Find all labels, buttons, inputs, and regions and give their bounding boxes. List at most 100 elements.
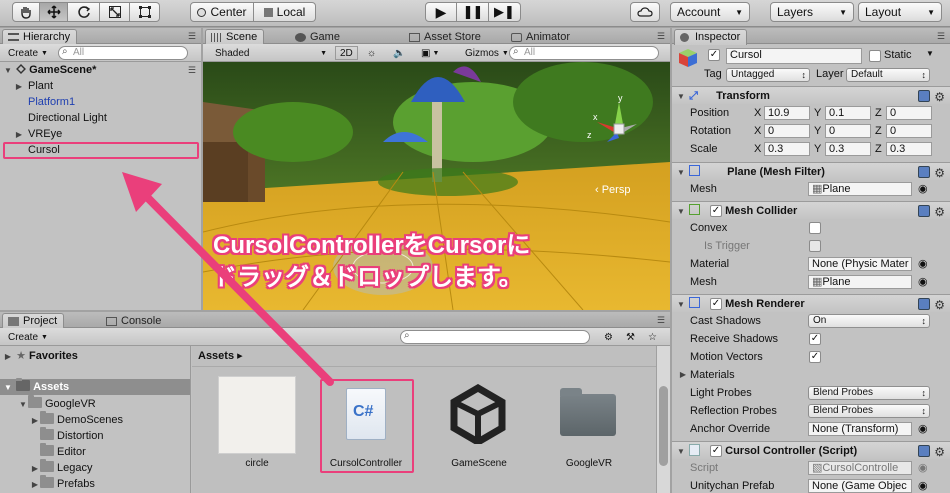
- cursol-controller-header[interactable]: ▼ ✓ Cursol Controller (Script) ⚙: [672, 441, 950, 459]
- filter-label-button[interactable]: ⚒: [622, 330, 639, 344]
- effects-dropdown[interactable]: ▣ ▼: [417, 46, 443, 60]
- gizmos-dropdown[interactable]: Gizmos ▼: [461, 46, 513, 60]
- expand-triangle-icon[interactable]: ▶: [14, 127, 24, 143]
- scale-z-input[interactable]: 0.3: [886, 142, 932, 156]
- expand-triangle-icon[interactable]: ▶: [3, 349, 13, 365]
- project-scrollbar[interactable]: [656, 346, 670, 493]
- scene-menu-icon[interactable]: ☰: [188, 62, 196, 78]
- scrollbar-thumb[interactable]: [659, 386, 668, 466]
- help-book-icon[interactable]: [918, 445, 930, 457]
- is-trigger-checkbox[interactable]: [809, 240, 821, 252]
- object-name-input[interactable]: Cursol: [726, 48, 862, 64]
- shading-dropdown[interactable]: Shaded ▼: [211, 46, 331, 60]
- collider-mesh-field[interactable]: ▦Plane: [808, 275, 912, 289]
- rotation-x-input[interactable]: 0: [764, 124, 810, 138]
- scale-x-input[interactable]: 0.3: [764, 142, 810, 156]
- project-folder-row[interactable]: ▼ GoogleVR: [0, 395, 190, 413]
- scene-orientation-gizmo[interactable]: x y z: [587, 94, 647, 164]
- 2d-toggle-button[interactable]: 2D: [335, 46, 358, 60]
- cast-shadows-dropdown[interactable]: On: [808, 314, 930, 328]
- receive-shadows-checkbox[interactable]: ✓: [809, 333, 821, 345]
- project-create-button[interactable]: Create ▼: [4, 330, 52, 344]
- hierarchy-item[interactable]: ▶ VREye: [0, 126, 201, 142]
- layers-dropdown[interactable]: Layers ▼: [770, 2, 854, 22]
- scene-root-row[interactable]: ▼ GameScene* ☰: [0, 62, 201, 78]
- layout-dropdown[interactable]: Layout ▼: [858, 2, 942, 22]
- pause-button[interactable]: ❚❚: [457, 2, 489, 22]
- mesh-filter-header[interactable]: ▼ Plane (Mesh Filter) ⚙: [672, 162, 950, 180]
- collider-material-field[interactable]: None (Physic Mater: [808, 257, 912, 271]
- space-local-button[interactable]: Local: [254, 2, 316, 22]
- project-folder-row[interactable]: ▶ DemoScenes: [0, 411, 190, 429]
- tab-console[interactable]: Console: [100, 313, 168, 329]
- position-z-input[interactable]: 0: [886, 106, 932, 120]
- expand-triangle-icon[interactable]: ▶: [14, 79, 24, 95]
- favorite-button[interactable]: ☆: [644, 330, 661, 344]
- tab-animator[interactable]: Animator: [505, 29, 577, 45]
- expand-triangle-icon[interactable]: ▼: [3, 380, 13, 396]
- expand-triangle-icon[interactable]: ▶: [30, 413, 40, 429]
- folder-icon[interactable]: [560, 388, 616, 436]
- expand-triangle-icon[interactable]: ▼: [18, 397, 28, 413]
- tab-inspector[interactable]: Inspector: [674, 29, 748, 45]
- rotation-z-input[interactable]: 0: [886, 124, 932, 138]
- position-x-input[interactable]: 10.9: [764, 106, 810, 120]
- hand-tool-button[interactable]: [12, 2, 40, 22]
- hierarchy-item[interactable]: Directional Light: [0, 110, 201, 126]
- object-picker-icon[interactable]: ◉: [918, 255, 928, 273]
- filter-type-button[interactable]: ⚙: [600, 330, 617, 344]
- tab-asset-store[interactable]: Asset Store: [403, 29, 488, 45]
- scene-viewport[interactable]: x y z ‹ Persp CursolControllerをCursorに ド…: [203, 62, 670, 310]
- lighting-toggle[interactable]: ☼: [363, 46, 380, 60]
- project-search-input[interactable]: [400, 330, 590, 344]
- rotation-y-input[interactable]: 0: [825, 124, 871, 138]
- scale-y-input[interactable]: 0.3: [825, 142, 871, 156]
- scale-tool-button[interactable]: [100, 2, 130, 22]
- chevron-down-icon[interactable]: ▼: [926, 49, 934, 58]
- anchor-override-field[interactable]: None (Transform): [808, 422, 912, 436]
- reflection-probes-dropdown[interactable]: Blend Probes: [808, 404, 930, 418]
- expand-triangle-icon[interactable]: ▼: [3, 63, 13, 79]
- cloud-button[interactable]: [630, 2, 660, 22]
- cursol-controller-enabled-checkbox[interactable]: ✓: [710, 445, 722, 457]
- materials-row[interactable]: ▶ Materials: [672, 366, 950, 384]
- tag-dropdown[interactable]: Untagged: [726, 68, 810, 82]
- mesh-collider-enabled-checkbox[interactable]: ✓: [710, 205, 722, 217]
- mesh-renderer-header[interactable]: ▼ ✓ Mesh Renderer ⚙: [672, 294, 950, 312]
- tab-project[interactable]: Project: [2, 313, 65, 329]
- active-checkbox[interactable]: ✓: [708, 49, 720, 61]
- tab-scene[interactable]: Scene: [205, 29, 265, 45]
- hierarchy-search-input[interactable]: All: [58, 46, 188, 60]
- panel-menu-icon[interactable]: ☰: [657, 31, 665, 42]
- tab-game[interactable]: Game: [289, 29, 347, 45]
- unitychan-prefab-field[interactable]: None (Game Objec: [808, 479, 912, 493]
- mesh-renderer-enabled-checkbox[interactable]: ✓: [710, 298, 722, 310]
- mesh-collider-header[interactable]: ▼ ✓ Mesh Collider ⚙: [672, 201, 950, 219]
- project-folder-row[interactable]: ▶ Legacy: [0, 459, 190, 477]
- panel-menu-icon[interactable]: ☰: [188, 31, 196, 42]
- hierarchy-item[interactable]: Platform1: [0, 94, 201, 110]
- rect-tool-button[interactable]: [130, 2, 160, 22]
- unity-logo-icon[interactable]: [448, 384, 508, 444]
- scene-search-input[interactable]: All: [509, 46, 659, 60]
- audio-toggle[interactable]: 🔈: [389, 46, 409, 60]
- step-button[interactable]: ▶❚: [489, 2, 521, 22]
- position-y-input[interactable]: 0.1: [825, 106, 871, 120]
- expand-triangle-icon[interactable]: ▶: [30, 461, 40, 477]
- panel-menu-icon[interactable]: ☰: [937, 31, 945, 42]
- assets-root-row[interactable]: ▼ Assets: [0, 378, 190, 396]
- rotate-tool-button[interactable]: [68, 2, 100, 22]
- asset-breadcrumb[interactable]: Assets ▸: [198, 349, 243, 362]
- circle-texture-icon[interactable]: [218, 376, 296, 454]
- object-picker-icon[interactable]: ◉: [918, 180, 928, 198]
- convex-checkbox[interactable]: [809, 222, 821, 234]
- help-book-icon[interactable]: [918, 298, 930, 310]
- layer-dropdown[interactable]: Default: [846, 68, 930, 82]
- hierarchy-item[interactable]: ▶ Plant: [0, 78, 201, 94]
- move-tool-button[interactable]: [40, 2, 68, 22]
- account-dropdown[interactable]: Account ▼: [670, 2, 750, 22]
- object-picker-icon[interactable]: ◉: [918, 477, 928, 493]
- pivot-center-button[interactable]: Center: [190, 2, 254, 22]
- help-book-icon[interactable]: [918, 90, 930, 102]
- mesh-filter-mesh-field[interactable]: ▦Plane: [808, 182, 912, 196]
